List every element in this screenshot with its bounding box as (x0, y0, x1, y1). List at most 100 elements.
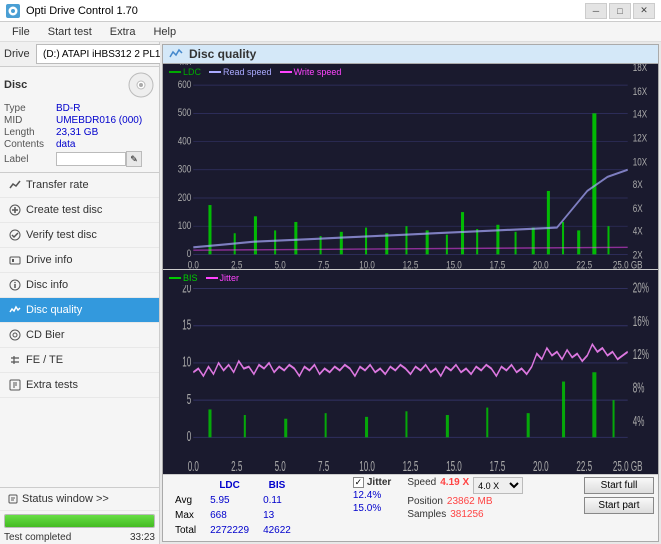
status-section: Status window >> Test completed 33:23 (0, 487, 159, 544)
svg-text:4%: 4% (633, 412, 645, 429)
disc-quality-body: LDC Read speed Write speed (163, 64, 658, 541)
menu-extra[interactable]: Extra (102, 24, 144, 40)
speed-header-row: Speed 4.19 X 4.0 X (407, 477, 523, 494)
position-value: 23862 MB (447, 496, 493, 507)
window-controls: ─ □ ✕ (585, 3, 655, 19)
legend-ldc: LDC (169, 67, 201, 77)
disc-label-row: Label ✎ (4, 151, 155, 167)
svg-text:7.5: 7.5 (318, 457, 329, 474)
label-input[interactable] (56, 152, 126, 166)
speed-test-selector[interactable]: 4.0 X (473, 477, 523, 494)
status-text: Test completed (4, 532, 71, 543)
transfer-rate-icon (8, 178, 22, 192)
jitter-label-legend: Jitter (220, 273, 240, 283)
svg-text:500: 500 (178, 107, 192, 120)
read-speed-label: Read speed (223, 67, 272, 77)
avg-bis: 0.11 (257, 494, 297, 507)
svg-text:400: 400 (178, 135, 192, 148)
nav-transfer-rate[interactable]: Transfer rate (0, 173, 159, 198)
legend-read-speed: Read speed (209, 67, 272, 77)
svg-text:16X: 16X (633, 86, 648, 99)
nav-drive-info[interactable]: Drive info (0, 248, 159, 273)
status-window-icon (8, 494, 18, 504)
menu-file[interactable]: File (4, 24, 38, 40)
start-full-button[interactable]: Start full (584, 477, 654, 494)
speed-value-stat: 4.19 X (440, 477, 469, 494)
label-label: Label (4, 154, 56, 165)
minimize-button[interactable]: ─ (585, 3, 607, 19)
nav-disc-info[interactable]: Disc info (0, 273, 159, 298)
cd-bier-icon (8, 328, 22, 342)
drive-bar: Drive (D:) ATAPI iHBS312 2 PL17 ⏏ Speed … (0, 42, 159, 67)
bis-color (169, 277, 181, 279)
svg-text:10.0: 10.0 (359, 259, 375, 268)
disc-header: Disc (4, 71, 155, 99)
svg-text:20.0: 20.0 (533, 259, 549, 268)
menu-start-test[interactable]: Start test (40, 24, 100, 40)
total-ldc: 2272229 (204, 524, 255, 537)
disc-contents-row: Contents data (4, 139, 155, 150)
nav-create-test-disc[interactable]: Create test disc (0, 198, 159, 223)
svg-text:12X: 12X (633, 132, 648, 145)
speed-stats: Speed 4.19 X 4.0 X Position 23862 MB Sam… (407, 477, 523, 520)
svg-text:8X: 8X (633, 179, 643, 192)
disc-quality-icon (8, 303, 22, 317)
ldc-color (169, 71, 181, 73)
svg-text:2.5: 2.5 (231, 259, 243, 268)
disc-mid-row: MID UMEBDR016 (000) (4, 115, 155, 126)
svg-text:25.0 GB: 25.0 GB (613, 259, 643, 268)
mid-label: MID (4, 115, 56, 126)
jitter-max-row: 15.0% (353, 503, 391, 514)
svg-text:25.0 GB: 25.0 GB (613, 457, 643, 474)
upper-chart-area: LDC Read speed Write speed (163, 64, 658, 270)
maximize-button[interactable]: □ (609, 3, 631, 19)
menu-help[interactable]: Help (145, 24, 184, 40)
bis-header: BIS (257, 479, 297, 492)
nav-extra-tests[interactable]: Extra tests (0, 373, 159, 398)
titlebar-left: Opti Drive Control 1.70 (6, 4, 138, 18)
content-area: Disc quality LDC Read speed (160, 42, 661, 544)
jitter-color (206, 277, 218, 279)
jitter-checkbox[interactable]: ✓ (353, 477, 364, 488)
svg-text:100: 100 (178, 220, 192, 233)
disc-quality-panel: Disc quality LDC Read speed (162, 44, 659, 542)
nav-cd-bier[interactable]: CD Bier (0, 323, 159, 348)
close-button[interactable]: ✕ (633, 3, 655, 19)
fe-te-icon (8, 353, 22, 367)
avg-row: Avg 5.95 0.11 (169, 494, 339, 507)
svg-text:0: 0 (187, 427, 192, 444)
label-edit-button[interactable]: ✎ (126, 151, 142, 167)
total-label: Total (169, 524, 202, 537)
write-speed-label: Write speed (294, 67, 342, 77)
svg-text:5.0: 5.0 (275, 259, 287, 268)
write-speed-color (280, 71, 292, 73)
svg-text:16%: 16% (633, 312, 649, 329)
speed-label-stat: Speed (407, 477, 436, 494)
svg-text:200: 200 (178, 192, 192, 205)
main-layout: Drive (D:) ATAPI iHBS312 2 PL17 ⏏ Speed … (0, 42, 661, 544)
total-bis: 42622 (257, 524, 297, 537)
progress-bar-fill (5, 515, 154, 527)
create-disc-icon (8, 203, 22, 217)
length-label: Length (4, 127, 56, 138)
sidebar: Drive (D:) ATAPI iHBS312 2 PL17 ⏏ Speed … (0, 42, 160, 544)
nav-disc-quality[interactable]: Disc quality (0, 298, 159, 323)
svg-text:5.0: 5.0 (275, 457, 286, 474)
svg-text:600: 600 (178, 79, 192, 92)
nav-fe-te[interactable]: FE / TE (0, 348, 159, 373)
samples-row: Samples 381256 (407, 509, 523, 520)
status-window-button[interactable]: Status window >> (0, 488, 159, 511)
nav-verify-test-disc[interactable]: Verify test disc (0, 223, 159, 248)
max-row: Max 668 13 (169, 509, 339, 522)
start-part-button[interactable]: Start part (584, 497, 654, 514)
svg-text:300: 300 (178, 163, 192, 176)
disc-type-row: Type BD-R (4, 103, 155, 114)
total-row: Total 2272229 42622 (169, 524, 339, 537)
position-label: Position (407, 496, 443, 507)
svg-text:14X: 14X (633, 108, 648, 121)
menubar: File Start test Extra Help (0, 22, 661, 42)
svg-text:20%: 20% (633, 278, 649, 295)
svg-text:0.0: 0.0 (188, 457, 199, 474)
contents-value: data (56, 139, 75, 150)
upper-chart-svg: 0 100 200 300 400 500 600 700 18X 16X 14… (163, 64, 658, 269)
